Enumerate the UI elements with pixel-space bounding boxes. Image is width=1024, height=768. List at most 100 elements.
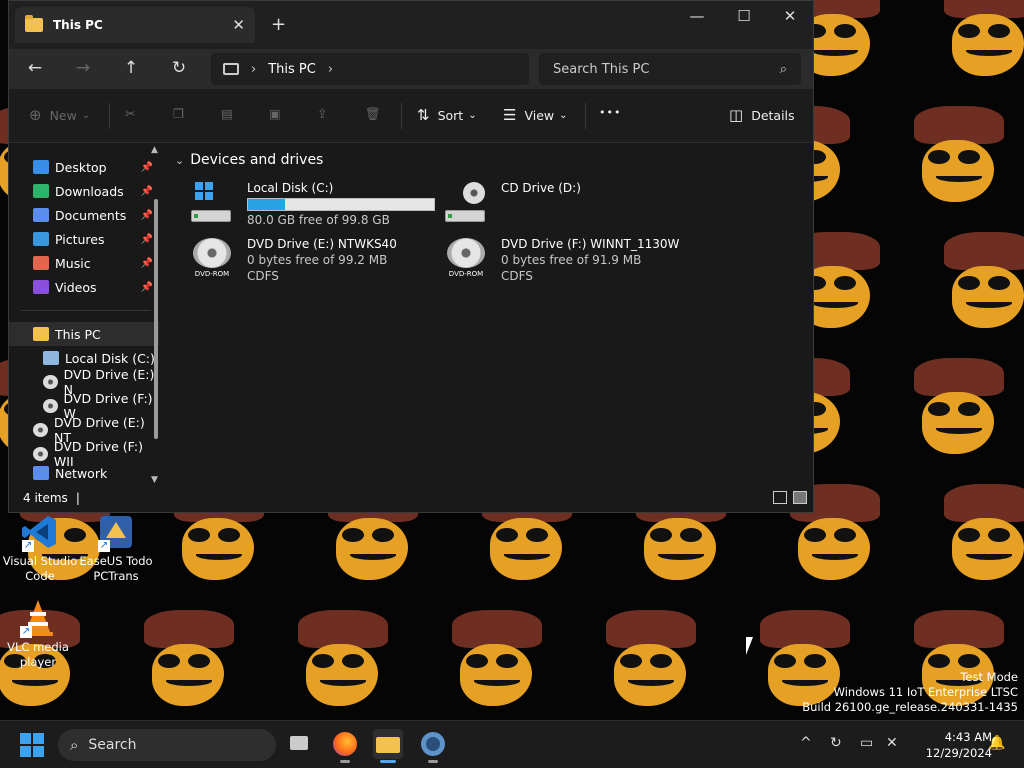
sync-icon[interactable]: ↻	[830, 735, 842, 751]
drive-local-disk-c[interactable]: Local Disk (C:) 80.0 GB free of 99.8 GB	[189, 180, 439, 228]
paste-icon[interactable]: ▤	[221, 106, 233, 121]
drive-filesystem: CDFS	[501, 269, 533, 283]
task-view-icon	[290, 736, 308, 750]
details-view-button[interactable]	[773, 491, 787, 504]
drive-name: DVD Drive (F:) WINNT_1130W	[501, 237, 680, 251]
sidebar-item-pictures[interactable]: Pictures 📌	[9, 227, 159, 251]
share-icon[interactable]: ⇪	[317, 106, 327, 121]
taskbar-search-label: Search	[88, 737, 137, 753]
network-icon[interactable]: ▭	[860, 735, 873, 751]
folder-icon	[25, 15, 43, 32]
status-separator: |	[75, 491, 80, 505]
desktop-icon-easeus[interactable]: ↗ EaseUS Todo PCTrans	[78, 512, 154, 584]
chevron-down-icon: ⌄	[468, 109, 477, 121]
view-icon: ☰	[503, 106, 517, 124]
show-hidden-icons-button[interactable]: ^	[800, 735, 812, 751]
desktop-icon-vlc[interactable]: ↗ VLC media player	[0, 598, 76, 670]
sidebar-item-label: Pictures	[55, 231, 105, 247]
rename-icon[interactable]: ▣	[269, 106, 281, 121]
sidebar-item-desktop[interactable]: Desktop 📌	[9, 155, 159, 179]
system-clock[interactable]: 4:43 AM 12/29/2024	[918, 729, 992, 761]
drive-dvd-e[interactable]: DVD-ROM DVD Drive (E:) NTWKS40 0 bytes f…	[189, 236, 439, 284]
wallpaper-eye	[620, 654, 642, 668]
hard-drive-icon	[43, 351, 59, 365]
delete-icon[interactable]: 🗑	[365, 106, 381, 122]
scroll-up-icon[interactable]: ▲	[151, 145, 158, 155]
breadcrumb-separator[interactable]: ›	[251, 62, 256, 77]
firefox-taskbar-button[interactable]	[330, 729, 360, 763]
drive-name: CD Drive (D:)	[501, 181, 581, 195]
sidebar-item-network[interactable]: Network	[9, 466, 159, 480]
maximize-button[interactable]: ☐	[732, 7, 756, 25]
pin-icon[interactable]: 📌	[141, 282, 153, 293]
tab-close-icon[interactable]: ✕	[232, 16, 245, 34]
notification-bell-icon[interactable]: 🔔	[988, 735, 1005, 751]
cut-icon[interactable]: ✂	[125, 106, 135, 121]
capacity-bar-fill	[248, 199, 285, 210]
wallpaper-mustache	[966, 298, 1012, 308]
taskbar-search[interactable]: ⌕ Search	[58, 729, 276, 761]
back-button[interactable]: ←	[23, 58, 47, 78]
up-button[interactable]: ↑	[119, 58, 143, 78]
wallpaper-eye	[988, 276, 1010, 290]
sort-button[interactable]: ⇅ Sort ⌄	[417, 106, 477, 124]
task-view-button[interactable]	[286, 729, 316, 759]
breadcrumb-this-pc[interactable]: This PC	[268, 62, 316, 77]
search-input[interactable]: Search This PC ⌕	[539, 53, 801, 85]
copy-icon[interactable]: ❐	[173, 106, 184, 121]
search-placeholder: Search This PC	[553, 61, 650, 77]
disc-icon	[33, 423, 49, 437]
more-options-button[interactable]: •••	[599, 106, 621, 119]
address-bar[interactable]: › This PC ›	[211, 53, 529, 85]
wallpaper-mustache	[12, 676, 58, 686]
refresh-button[interactable]: ↻	[167, 58, 191, 78]
desktop-icon-label: VLC media player	[7, 640, 69, 669]
sidebar-item-music[interactable]: Music 📌	[9, 251, 159, 275]
settings-taskbar-button[interactable]	[418, 729, 448, 763]
scroll-thumb[interactable]	[154, 199, 158, 439]
pin-icon[interactable]: 📌	[141, 210, 153, 221]
sidebar-item-documents[interactable]: Documents 📌	[9, 203, 159, 227]
start-button[interactable]	[20, 733, 44, 757]
details-button[interactable]: ◫ Details	[729, 106, 795, 124]
pin-icon[interactable]: 📌	[141, 234, 153, 245]
desktop-icon-vscode[interactable]: ↗ Visual Studio Code	[2, 512, 78, 584]
pin-icon[interactable]: 📌	[141, 186, 153, 197]
wallpaper-face	[490, 518, 562, 580]
drive-cd-d[interactable]: CD Drive (D:)	[443, 180, 693, 228]
close-button[interactable]: ✕	[778, 7, 802, 25]
group-header-devices[interactable]: ⌄ Devices and drives	[175, 152, 323, 168]
large-icons-view-button[interactable]	[793, 491, 807, 504]
sidebar-scrollbar[interactable]: ▲ ▼	[151, 145, 159, 485]
wallpaper-face	[952, 14, 1024, 76]
new-button[interactable]: ⊕ New ⌄	[29, 106, 90, 124]
wallpaper-face	[182, 518, 254, 580]
wallpaper-eye	[834, 528, 856, 542]
forward-button[interactable]: →	[71, 58, 95, 78]
pin-icon[interactable]: 📌	[141, 162, 153, 173]
view-button[interactable]: ☰ View ⌄	[503, 106, 568, 124]
sidebar-item-videos[interactable]: Videos 📌	[9, 275, 159, 299]
music-icon	[33, 256, 49, 270]
wallpaper-face	[952, 266, 1024, 328]
quick-access-list: Desktop 📌 Downloads 📌 Documents 📌 Pictures 📌 Mus…	[9, 155, 159, 299]
volume-muted-icon[interactable]: ✕	[886, 735, 898, 751]
group-title: Devices and drives	[190, 152, 324, 168]
pin-icon[interactable]: 📌	[141, 258, 153, 269]
sidebar-item-this-pc[interactable]: This PC	[9, 322, 159, 346]
file-explorer-taskbar-button[interactable]	[373, 729, 403, 763]
taskbar: ⌕ Search ^ ↻ ▭ ✕ 4:43 AM 12/29/2024 🔔	[0, 720, 1024, 768]
drive-dvd-f[interactable]: DVD-ROM DVD Drive (F:) WINNT_1130W 0 byt…	[443, 236, 693, 284]
sidebar-item-dvd-f-root[interactable]: DVD Drive (F:) WII	[9, 439, 159, 469]
breadcrumb-separator[interactable]: ›	[328, 62, 333, 77]
wallpaper-hat	[144, 610, 234, 648]
details-pane-icon: ◫	[729, 106, 744, 124]
title-bar: This PC ✕ + — ☐ ✕	[9, 1, 813, 49]
item-count: 4 items	[23, 491, 68, 505]
wallpaper-eye	[188, 654, 210, 668]
minimize-button[interactable]: —	[685, 7, 709, 25]
mouse-cursor-icon	[746, 637, 753, 655]
tab-this-pc[interactable]: This PC ✕	[15, 7, 255, 43]
new-tab-button[interactable]: +	[271, 14, 286, 35]
sidebar-item-downloads[interactable]: Downloads 📌	[9, 179, 159, 203]
